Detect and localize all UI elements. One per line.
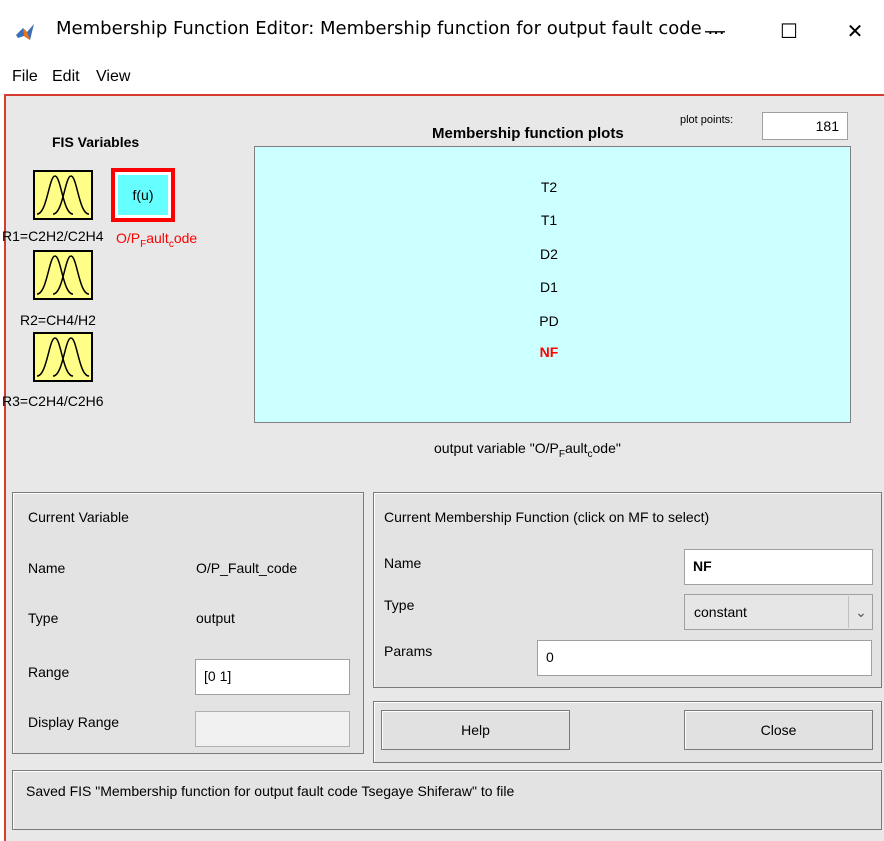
input-variable-1-box[interactable] — [33, 170, 93, 220]
input-variable-1-label: R1=C2H2/C2H4 — [2, 228, 104, 244]
output-function-label: f(u) — [118, 175, 168, 215]
output-variable-caption: output variable "O/PFaultcode" — [434, 440, 621, 460]
gaussian-mf-icon — [36, 255, 90, 295]
gaussian-mf-icon — [36, 337, 90, 377]
output-variable-box[interactable]: f(u) — [111, 168, 175, 222]
menu-file[interactable]: File — [12, 68, 38, 86]
variable-type-value: output — [196, 610, 235, 626]
mf-label-d1[interactable]: D1 — [540, 279, 558, 295]
plot-points-input[interactable]: 181 — [762, 112, 848, 140]
output-variable-label: O/PFaultcode — [116, 230, 198, 250]
fis-variables-heading: FIS Variables — [52, 134, 140, 150]
mf-label-nf[interactable]: NF — [540, 344, 559, 360]
display-range-input[interactable] — [195, 711, 350, 747]
mf-type-value: constant — [694, 604, 747, 620]
minimize-button[interactable]: — — [686, 10, 744, 52]
menu-view[interactable]: View — [96, 68, 130, 86]
matlab-icon — [14, 22, 36, 44]
mf-label-t1[interactable]: T1 — [541, 212, 557, 228]
window-title: Membership Function Editor: Membership f… — [56, 18, 725, 39]
maximize-button[interactable]: ☐ — [760, 10, 818, 52]
range-label: Range — [28, 664, 70, 680]
variable-name-label: Name — [28, 560, 66, 576]
params-label: Params — [384, 643, 433, 659]
input-variable-3-box[interactable] — [33, 332, 93, 382]
current-mf-title: Current Membership Function (click on MF… — [384, 509, 710, 525]
plot-points-label: plot points: — [680, 114, 734, 126]
range-input[interactable]: [0 1] — [195, 659, 350, 695]
mf-plots-heading: Membership function plots — [432, 125, 624, 142]
display-range-label: Display Range — [28, 714, 120, 730]
close-button[interactable]: Close — [684, 710, 873, 750]
mf-label-pd[interactable]: PD — [539, 313, 558, 329]
current-variable-title: Current Variable — [28, 509, 129, 525]
variable-type-label: Type — [28, 610, 59, 626]
mf-label-d2[interactable]: D2 — [540, 246, 558, 262]
chevron-down-icon[interactable]: ⌄ — [848, 596, 873, 628]
menu-bar — [0, 62, 884, 94]
mf-plot-area[interactable]: T2 T1 D2 D1 PD NF — [254, 146, 851, 423]
mf-name-label: Name — [384, 555, 422, 571]
status-message: Saved FIS "Membership function for outpu… — [26, 783, 515, 799]
menu-edit[interactable]: Edit — [52, 68, 80, 86]
input-variable-2-label: R2=CH4/H2 — [20, 312, 96, 328]
status-panel — [12, 770, 882, 830]
input-variable-2-box[interactable] — [33, 250, 93, 300]
variable-name-value: O/P_Fault_code — [196, 560, 298, 576]
close-window-button[interactable]: ✕ — [826, 10, 884, 52]
gaussian-mf-icon — [36, 175, 90, 215]
input-variable-3-label: R3=C2H4/C2H6 — [2, 393, 104, 409]
mf-name-input[interactable]: NF — [684, 549, 873, 585]
mf-label-t2[interactable]: T2 — [541, 179, 557, 195]
params-input[interactable]: 0 — [537, 640, 872, 676]
figure-top-border — [4, 94, 884, 96]
mf-type-label: Type — [384, 597, 415, 613]
help-button[interactable]: Help — [381, 710, 570, 750]
